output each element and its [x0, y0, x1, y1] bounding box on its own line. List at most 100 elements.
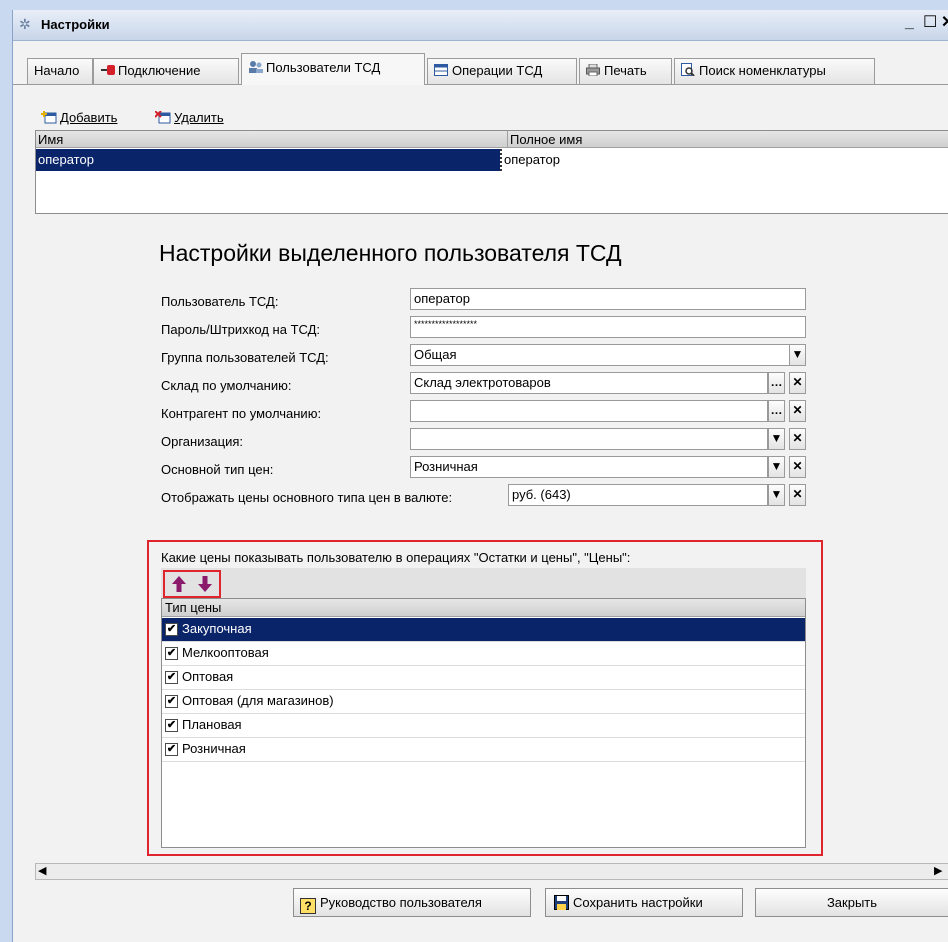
help-icon: ? [300, 898, 316, 914]
tab-tsd-operations[interactable]: Операции ТСД [427, 58, 577, 84]
tab-label: Печать [604, 63, 647, 78]
default-counterparty-input[interactable] [410, 400, 768, 422]
default-counterparty-clear-button[interactable]: ✕ [789, 400, 806, 422]
organization-label: Организация: [161, 434, 244, 449]
ellipsis-icon: … [770, 375, 783, 389]
close-button[interactable]: Закрыть [755, 888, 948, 917]
clear-icon: ✕ [792, 375, 803, 389]
tab-start[interactable]: Начало [27, 58, 93, 84]
clear-icon: ✕ [792, 487, 803, 501]
currency-clear-button[interactable]: ✕ [789, 484, 806, 506]
delete-button[interactable]: Удалить [154, 110, 224, 125]
price-type-label: Основной тип цен: [161, 462, 274, 477]
default-counterparty-select-button[interactable]: … [768, 400, 785, 422]
price-type-label: Оптовая [182, 669, 234, 684]
title-bar: ✲ Настройки _ ☐ ✕ [13, 10, 948, 41]
checkbox[interactable]: ✔ [165, 719, 178, 732]
checkbox[interactable]: ✔ [165, 743, 178, 756]
chevron-down-icon: ▼ [770, 459, 783, 473]
user-guide-label: Руководство пользователя [320, 895, 482, 910]
password-input[interactable]: ****************** [410, 316, 806, 338]
plug-icon [100, 60, 115, 75]
table-row[interactable]: ✔ Плановая [162, 714, 805, 738]
currency-label: Отображать цены основного типа цен в вал… [161, 490, 453, 505]
column-header-full-name[interactable]: Полное имя [508, 131, 948, 148]
arrow-down-icon [198, 576, 212, 592]
floppy-disk-icon [554, 892, 569, 910]
organization-clear-button[interactable]: ✕ [789, 428, 806, 450]
checkbox[interactable]: ✔ [165, 671, 178, 684]
table-row[interactable]: ✔ Розничная [162, 738, 805, 762]
price-type-label: Плановая [182, 717, 242, 732]
users-table[interactable]: Имя Полное имя оператор оператор [35, 130, 948, 214]
table-row-full-name-cell[interactable]: оператор [500, 149, 948, 171]
price-types-caption: Какие цены показывать пользователю в опе… [161, 550, 631, 565]
price-type-label: Розничная [182, 741, 246, 756]
checkbox[interactable]: ✔ [165, 695, 178, 708]
price-type-label: Оптовая (для магазинов) [182, 693, 334, 708]
checkbox[interactable]: ✔ [165, 647, 178, 660]
price-type-label: Мелкооптовая [182, 645, 269, 660]
tab-label: Начало [34, 63, 80, 78]
move-down-button[interactable] [195, 574, 215, 594]
price-type-clear-button[interactable]: ✕ [789, 456, 806, 478]
search-icon [681, 60, 695, 77]
move-up-button[interactable] [169, 574, 189, 594]
window-title: Настройки [41, 17, 110, 32]
printer-icon [586, 60, 600, 77]
delete-label: Удалить [174, 110, 224, 125]
password-label: Пароль/Штрихкод на ТСД: [161, 322, 321, 337]
price-type-dropdown-button[interactable]: ▼ [768, 456, 785, 478]
add-button[interactable]: Добавить [41, 110, 117, 125]
table-row[interactable]: ✔ Оптовая (для магазинов) [162, 690, 805, 714]
default-warehouse-clear-button[interactable]: ✕ [789, 372, 806, 394]
price-types-toolbar [161, 568, 806, 598]
scroll-right-icon[interactable]: ▶ [934, 864, 942, 877]
currency-dropdown-button[interactable]: ▼ [768, 484, 785, 506]
close-icon[interactable]: ✕ [941, 12, 948, 32]
horizontal-scrollbar[interactable]: ◀ ▶ [35, 863, 948, 880]
tab-label: Поиск номенклатуры [699, 63, 826, 78]
clear-icon: ✕ [792, 459, 803, 473]
table-row[interactable]: ✔ Оптовая [162, 666, 805, 690]
tab-print[interactable]: Печать [579, 58, 672, 84]
table-row[interactable]: ✔ Мелкооптовая [162, 642, 805, 666]
table-row[interactable]: ✔ Закупочная [162, 618, 805, 642]
ellipsis-icon: … [770, 403, 783, 417]
clear-icon: ✕ [792, 403, 803, 417]
price-types-table[interactable]: Тип цены ✔ Закупочная ✔ Мелкооптовая ✔ О… [161, 598, 806, 848]
currency-select[interactable]: руб. (643) [508, 484, 768, 506]
tab-label: Подключение [118, 63, 201, 78]
save-settings-button[interactable]: Сохранить настройки [545, 888, 743, 917]
table-row-name-cell[interactable]: оператор [36, 149, 500, 171]
organization-dropdown-button[interactable]: ▼ [768, 428, 785, 450]
organization-select[interactable] [410, 428, 768, 450]
chevron-down-icon: ▼ [791, 347, 804, 361]
tab-label: Пользователи ТСД [266, 60, 381, 75]
settings-window: ✲ Настройки _ ☐ ✕ Начало Подключение Пол… [12, 10, 948, 942]
tab-connection[interactable]: Подключение [93, 58, 239, 84]
user-guide-button[interactable]: ? Руководство пользователя [293, 888, 531, 917]
minimize-icon[interactable]: _ [905, 14, 914, 32]
chevron-down-icon: ▼ [770, 487, 783, 501]
scroll-left-icon[interactable]: ◀ [38, 864, 46, 877]
add-row-icon [41, 111, 57, 124]
tab-tsd-users[interactable]: Пользователи ТСД [241, 53, 425, 85]
maximize-icon[interactable]: ☐ [923, 12, 937, 32]
price-type-select[interactable]: Розничная [410, 456, 768, 478]
column-header-price-type[interactable]: Тип цены [162, 599, 805, 617]
column-header-name[interactable]: Имя [36, 131, 508, 148]
tab-label: Операции ТСД [452, 63, 543, 78]
user-group-select[interactable]: Общая [410, 344, 790, 366]
checkbox[interactable]: ✔ [165, 623, 178, 636]
tsd-user-input[interactable]: оператор [410, 288, 806, 310]
save-settings-label: Сохранить настройки [573, 895, 703, 910]
tsd-user-label: Пользователь ТСД: [161, 294, 279, 309]
user-group-dropdown-button[interactable]: ▼ [789, 344, 806, 366]
user-group-label: Группа пользователей ТСД: [161, 350, 329, 365]
arrow-up-icon [172, 576, 186, 592]
tab-nomenclature-search[interactable]: Поиск номенклатуры [674, 58, 875, 84]
default-warehouse-select-button[interactable]: … [768, 372, 785, 394]
default-warehouse-input[interactable]: Склад электротоваров [410, 372, 768, 394]
users-icon [248, 55, 263, 73]
